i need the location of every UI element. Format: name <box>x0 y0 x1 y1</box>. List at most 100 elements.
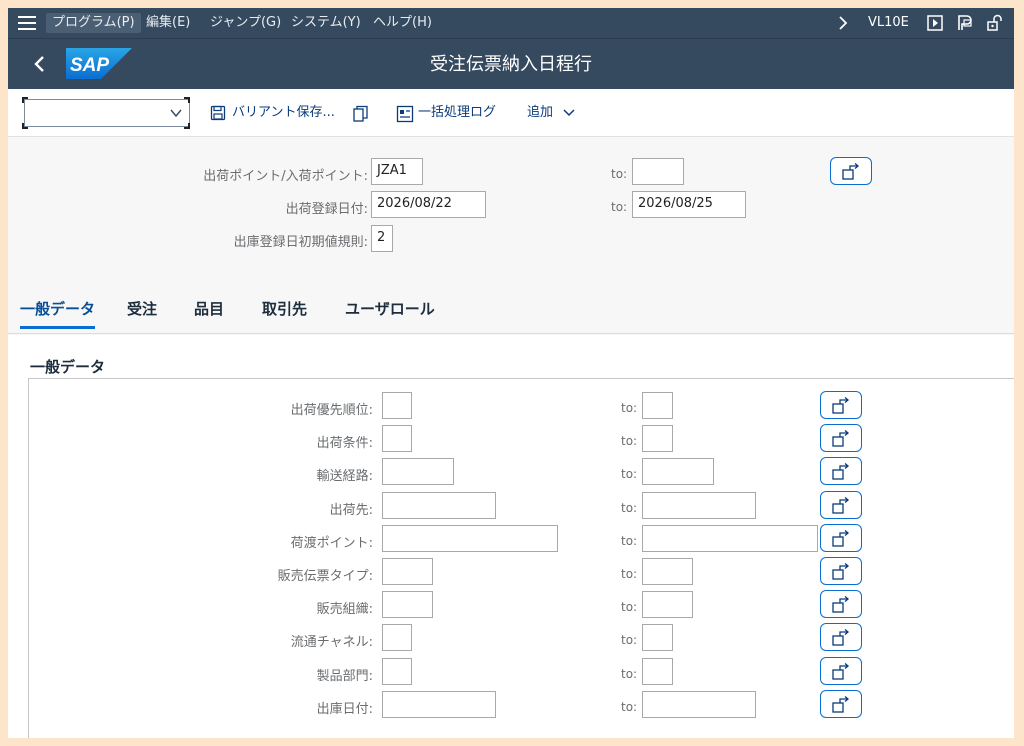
multiple-selection-button[interactable] <box>820 623 862 651</box>
creation-date-to-input[interactable]: 2026/08/25 <box>632 191 746 218</box>
shipping-conditions-label: 出荷条件: <box>316 436 373 451</box>
tab-sales-order[interactable]: 受注 <box>127 298 157 319</box>
menu-help[interactable]: ヘルプ(H) <box>367 13 438 33</box>
unlock-icon[interactable] <box>986 14 1004 32</box>
to-label: to: <box>621 667 638 681</box>
route-label: 輸送経路: <box>316 469 373 484</box>
shipping-priority-to-input[interactable] <box>642 392 673 419</box>
shipping-point-to-input[interactable] <box>632 158 684 185</box>
unloading-point-from-input[interactable] <box>382 525 558 552</box>
sap-window: プログラム(P) 編集(E) ジャンプ(G) システム(Y) ヘルプ(H) VL… <box>8 8 1014 738</box>
tab-partner[interactable]: 取引先 <box>262 298 307 319</box>
copy-button[interactable] <box>352 103 372 123</box>
multiple-selection-icon <box>832 497 850 514</box>
multiple-selection-button[interactable] <box>820 590 862 618</box>
sales-org-to-input[interactable] <box>642 591 693 618</box>
sales-doc-type-from-input[interactable] <box>382 558 433 585</box>
batch-log-button[interactable]: 一括処理ログ <box>396 103 508 123</box>
goods-issue-date-to-input[interactable] <box>642 691 756 718</box>
execute-icon[interactable] <box>926 14 944 32</box>
to-label: to: <box>621 501 638 515</box>
tab-general-data[interactable]: 一般データ <box>20 298 95 319</box>
ship-to-to-input[interactable] <box>642 492 756 519</box>
menu-jump[interactable]: ジャンプ(G) <box>204 13 287 33</box>
chevron-right-icon[interactable] <box>834 14 852 32</box>
to-label: to: <box>621 633 638 647</box>
to-label: to: <box>611 200 628 214</box>
default-rule-input[interactable]: 2 <box>371 225 393 252</box>
unloading-point-label: 荷渡ポイント: <box>290 536 373 551</box>
more-button[interactable]: 追加 <box>527 103 579 123</box>
shipping-conditions-to-input[interactable] <box>642 425 673 452</box>
hamburger-menu-icon[interactable] <box>18 16 36 30</box>
multiple-selection-icon <box>832 563 850 580</box>
copy-icon <box>353 105 368 122</box>
chevron-down-icon <box>170 109 182 118</box>
shipping-point-from-input[interactable]: JZA1 <box>371 158 423 185</box>
variant-dropdown[interactable] <box>24 99 190 127</box>
to-label: to: <box>621 467 638 481</box>
goods-issue-date-from-input[interactable] <box>382 691 496 718</box>
menu-bar: プログラム(P) 編集(E) ジャンプ(G) システム(Y) ヘルプ(H) VL… <box>8 8 1014 38</box>
dist-channel-from-input[interactable] <box>382 624 412 651</box>
multiple-selection-icon <box>832 663 850 680</box>
shipping-conditions-from-input[interactable] <box>382 425 412 452</box>
division-from-input[interactable] <box>382 658 412 685</box>
route-from-input[interactable] <box>382 458 454 485</box>
multiple-selection-icon <box>842 163 860 180</box>
log-icon <box>396 105 414 123</box>
page-title: 受注伝票納入日程行 <box>430 54 592 75</box>
save-variant-button[interactable]: バリアント保存... <box>210 103 335 123</box>
goods-issue-date-label: 出庫日付: <box>316 702 373 717</box>
multiple-selection-button[interactable] <box>820 524 862 552</box>
focus-corner <box>184 97 190 103</box>
batch-log-label: 一括処理ログ <box>418 105 497 120</box>
shipping-priority-label: 出荷優先順位: <box>290 403 373 418</box>
menu-edit[interactable]: 編集(E) <box>140 13 196 33</box>
multiple-selection-button[interactable] <box>820 457 862 485</box>
route-to-input[interactable] <box>642 458 714 485</box>
parameter-icon[interactable] <box>956 14 974 32</box>
multiple-selection-button[interactable] <box>820 391 862 419</box>
sales-doc-type-to-input[interactable] <box>642 558 693 585</box>
to-label: to: <box>621 434 638 448</box>
multiple-selection-button[interactable] <box>820 424 862 452</box>
unloading-point-to-input[interactable] <box>642 525 818 552</box>
dist-channel-to-input[interactable] <box>642 624 673 651</box>
toolbar: バリアント保存... 一括処理ログ 追加 <box>8 89 1014 137</box>
menu-system[interactable]: システム(Y) <box>285 13 367 33</box>
to-label: to: <box>621 567 638 581</box>
menu-program[interactable]: プログラム(P) <box>46 13 141 33</box>
focus-corner <box>22 97 28 103</box>
sales-org-from-input[interactable] <box>382 591 433 618</box>
tab-material[interactable]: 品目 <box>194 298 224 319</box>
shipping-priority-from-input[interactable] <box>382 392 412 419</box>
multiple-selection-icon <box>832 397 850 414</box>
multiple-selection-button[interactable] <box>830 157 872 185</box>
title-bar: SAP 受注伝票納入日程行 <box>8 38 1014 89</box>
ship-to-from-input[interactable] <box>382 492 496 519</box>
division-to-input[interactable] <box>642 658 673 685</box>
transaction-code: VL10E <box>868 15 909 30</box>
multiple-selection-icon <box>832 530 850 547</box>
chevron-down-icon <box>563 109 575 117</box>
focus-corner <box>184 123 190 129</box>
dist-channel-label: 流通チャネル: <box>290 635 373 650</box>
ship-to-label: 出荷先: <box>329 503 373 518</box>
section-title: 一般データ <box>30 358 106 376</box>
multiple-selection-icon <box>832 463 850 480</box>
creation-date-from-input[interactable]: 2026/08/22 <box>371 191 486 218</box>
to-label: to: <box>621 401 638 415</box>
multiple-selection-button[interactable] <box>820 557 862 585</box>
multiple-selection-button[interactable] <box>820 690 862 718</box>
to-label: to: <box>621 534 638 548</box>
multiple-selection-icon <box>832 596 850 613</box>
focus-corner <box>22 123 28 129</box>
save-icon <box>210 105 226 121</box>
creation-date-label: 出荷登録日付: <box>285 202 368 217</box>
active-tab-indicator <box>20 326 95 329</box>
multiple-selection-button[interactable] <box>820 491 862 519</box>
multiple-selection-icon <box>832 430 850 447</box>
tab-user-role[interactable]: ユーザロール <box>345 298 435 319</box>
multiple-selection-button[interactable] <box>820 657 862 685</box>
